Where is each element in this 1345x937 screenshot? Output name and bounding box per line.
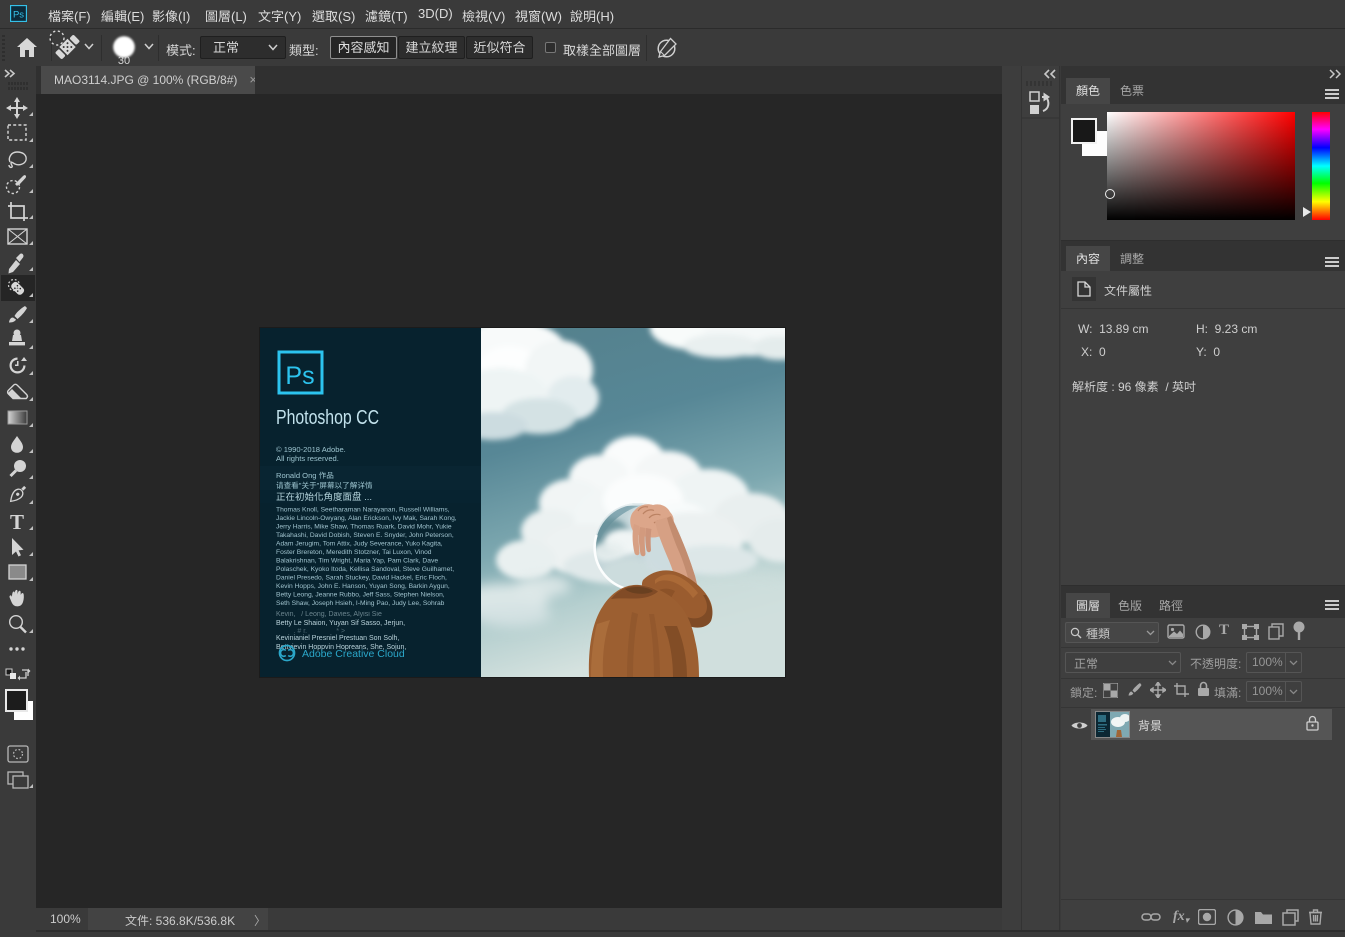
svg-text:Takahashi, David Dobish, Steve: Takahashi, David Dobish, Steven E. Snyde…	[276, 532, 454, 539]
svg-text:All rights reserved.: All rights reserved.	[276, 454, 339, 463]
svg-text:Foster Brereton, Meredith Stot: Foster Brereton, Meredith Stotzner, Tai …	[276, 549, 432, 556]
svg-text:Daniel Presedo, Sarah Stuckey,: Daniel Presedo, Sarah Stuckey, David Hac…	[276, 575, 447, 582]
svg-text:Thomas Knoll, Seetharaman Nara: Thomas Knoll, Seetharaman Narayanan, Rus…	[276, 507, 450, 514]
svg-text:正在初始化角度面盘 ...: 正在初始化角度面盘 ...	[276, 491, 372, 503]
svg-text:Kevinianiel Presniel Prestuan: Kevinianiel Presniel Prestuan Son Solh,	[276, 635, 399, 642]
svg-text:Ps: Ps	[13, 10, 24, 21]
svg-text:Adobe Creative Cloud: Adobe Creative Cloud	[302, 648, 405, 660]
svg-text:Balakrishnan, Tim Wright, Mari: Balakrishnan, Tim Wright, Maria Yap, Pam…	[276, 558, 438, 565]
svg-text:Photoshop CC: Photoshop CC	[276, 407, 379, 429]
svg-text:Polaschek, Kyoko Itoda, Kellis: Polaschek, Kyoko Itoda, Kellisa Sandoval…	[276, 566, 454, 573]
svg-text:Kevin, / Leong, Davies, Alyi: Kevin, / Leong, Davies, Alyisi Sie	[276, 611, 382, 618]
svg-text:Ps: Ps	[285, 362, 314, 390]
svg-text:Jerry Harris, Mike Shaw, Thoma: Jerry Harris, Mike Shaw, Thomas Ruark, D…	[276, 524, 452, 531]
svg-text:. # r. * >: . # r. * >	[276, 628, 349, 635]
svg-text:Jackie Lincoln-Owyang, Alan Er: Jackie Lincoln-Owyang, Alan Erickson, Iv…	[276, 515, 457, 522]
svg-text:© 1990-2018 Adobe.: © 1990-2018 Adobe.	[276, 445, 346, 454]
svg-text:Adam Jerugim, Tom Attix, Judy: Adam Jerugim, Tom Attix, Judy Severance,…	[276, 541, 443, 548]
svg-text:Seth Shaw, Joseph Hsieh, I-Min: Seth Shaw, Joseph Hsieh, I-Ming Pao, Jud…	[276, 600, 445, 607]
svg-text:Betty Leong, Jeanne Rubbo, Jef: Betty Leong, Jeanne Rubbo, Jeff Sass, St…	[276, 592, 445, 599]
svg-text:T: T	[10, 510, 24, 534]
svg-text:Ronald Ong 作品: Ronald Ong 作品	[276, 471, 334, 480]
svg-text:请查看"关于"屏幕以了解详情: 请查看"关于"屏幕以了解详情	[276, 480, 373, 490]
svg-text:Betty Le Shaion, Yuyan Sif Sas: Betty Le Shaion, Yuyan Sif Sasso, Jerjun…	[276, 620, 405, 627]
svg-text:Kevin Hopps, John E. Hanson, Y: Kevin Hopps, John E. Hanson, Yuyan Song,…	[276, 583, 450, 590]
